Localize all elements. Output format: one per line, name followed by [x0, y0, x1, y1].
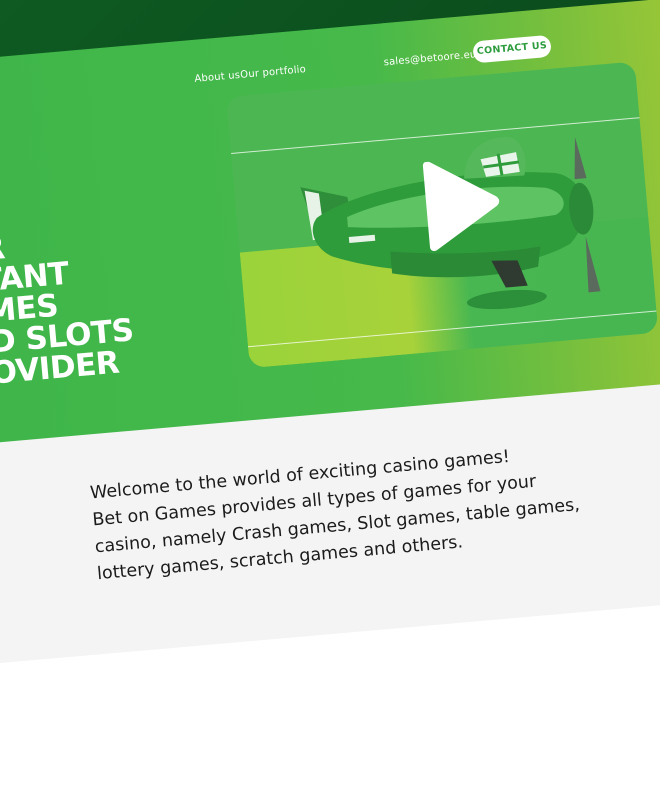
- nav-about-link[interactable]: About us: [194, 70, 241, 85]
- hero-headline: UR STANT AMES ND SLOTS ROVIDER: [0, 223, 137, 394]
- play-icon[interactable]: [409, 156, 507, 254]
- intro-text: Welcome to the world of exciting casino …: [89, 432, 656, 588]
- headline-line: ROVIDER: [0, 344, 121, 394]
- hero-section: About us Our portfolio sales@betoore.eu …: [0, 0, 660, 461]
- contact-us-button[interactable]: CONTACT US: [472, 34, 552, 64]
- website-preview: About us Our portfolio sales@betoore.eu …: [0, 0, 660, 664]
- nav-portfolio-link[interactable]: Our portfolio: [240, 64, 307, 81]
- nav-email-link[interactable]: sales@betoore.eu: [383, 49, 477, 68]
